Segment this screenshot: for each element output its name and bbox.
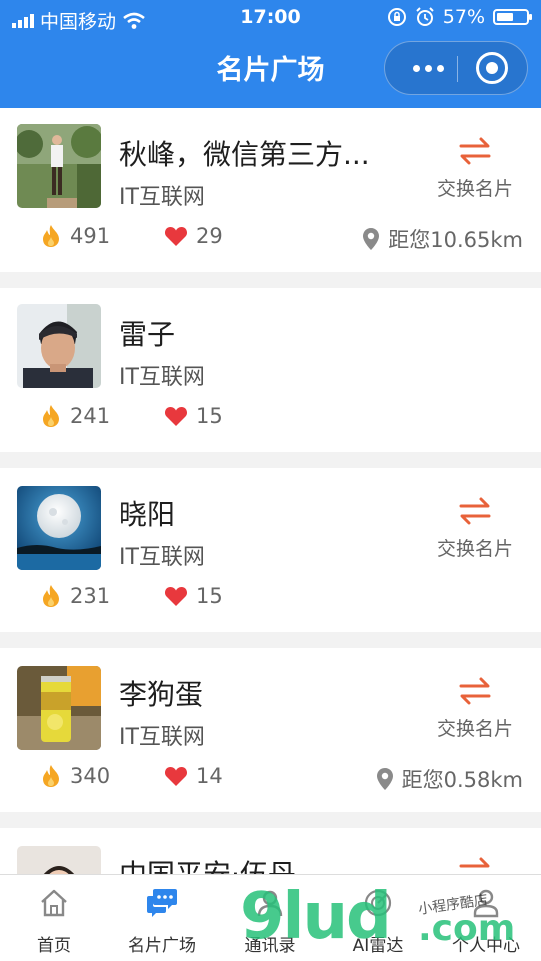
- popularity-count: 491: [70, 224, 111, 248]
- tab-label: 通讯录: [244, 936, 296, 956]
- alarm-icon: [416, 7, 434, 26]
- likes-count: 14: [196, 764, 223, 788]
- card-name: 雷子: [119, 318, 176, 351]
- location-pin-icon: [376, 768, 393, 790]
- popularity-stat: 231: [40, 584, 110, 608]
- tab-label: AI雷达: [352, 936, 404, 956]
- exchange-card-button[interactable]: 交换名片: [427, 496, 523, 561]
- status-bar: 中国移动 17:00 57%: [0, 0, 541, 36]
- person-icon: [473, 889, 499, 918]
- distance-text: 距您10.65km: [388, 228, 523, 252]
- avatar: [17, 486, 101, 570]
- avatar: [17, 304, 101, 388]
- tab-card-square[interactable]: 名片广场: [108, 875, 216, 961]
- popularity-count: 340: [70, 764, 111, 788]
- popularity-stat: 491: [40, 224, 110, 248]
- location-pin-icon: [363, 228, 380, 250]
- card-industry: IT互联网: [119, 365, 205, 390]
- tab-label: 名片广场: [128, 936, 196, 956]
- likes-stat[interactable]: 29: [164, 224, 223, 248]
- heart-icon: [164, 767, 188, 786]
- tab-label: 个人中心: [452, 936, 520, 956]
- heart-icon: [164, 587, 188, 606]
- exchange-card-button[interactable]: 交换名片: [427, 676, 523, 741]
- card-name: 秋峰，微信第三方...: [119, 138, 370, 171]
- tab-ai-radar[interactable]: AI雷达: [324, 875, 432, 961]
- distance-info: 距您10.65km: [362, 224, 523, 254]
- exchange-label: 交换名片: [436, 178, 513, 200]
- battery-icon: [493, 9, 532, 25]
- card-name: 中国平安·伍丹: [119, 853, 296, 874]
- likes-stat[interactable]: 14: [164, 764, 223, 788]
- fire-icon: [43, 765, 59, 787]
- heart-icon: [164, 407, 188, 426]
- avatar: [17, 846, 101, 874]
- battery-percent: 57%: [442, 6, 485, 28]
- card-item[interactable]: 中国平安·伍丹: [0, 828, 541, 874]
- miniprogram-capsule: [384, 41, 528, 95]
- card-industry: IT互联网: [119, 725, 205, 750]
- contacts-icon: [257, 890, 283, 917]
- exchange-card-button[interactable]: 交换名片: [427, 136, 523, 201]
- card-name: 李狗蛋: [119, 678, 204, 711]
- popularity-count: 241: [70, 404, 111, 428]
- popularity-stat: 340: [40, 764, 110, 788]
- distance-text: 距您0.58km: [401, 768, 523, 792]
- exchange-icon: [459, 497, 491, 525]
- exchange-icon: [459, 137, 491, 165]
- tab-home[interactable]: 首页: [0, 875, 108, 961]
- popularity-stat: 241: [40, 404, 110, 428]
- popularity-count: 231: [70, 584, 111, 608]
- card-industry: IT互联网: [119, 545, 205, 570]
- card-item[interactable]: 李狗蛋 IT互联网 340 14 交换名片 距您0.58km: [0, 648, 541, 812]
- likes-count: 29: [196, 224, 223, 248]
- card-item[interactable]: 雷子 IT互联网 241 15: [0, 288, 541, 452]
- likes-stat[interactable]: 15: [164, 404, 223, 428]
- distance-info: 距您0.58km: [376, 764, 523, 794]
- tab-profile[interactable]: 个人中心: [432, 875, 540, 961]
- radar-icon: [364, 889, 392, 917]
- card-industry: IT互联网: [119, 185, 205, 210]
- avatar: [17, 124, 101, 208]
- tab-label: 首页: [37, 936, 71, 956]
- exchange-label: 交换名片: [436, 538, 513, 560]
- exchange-icon: [459, 677, 491, 705]
- fire-icon: [43, 405, 59, 427]
- heart-icon: [164, 227, 188, 246]
- close-miniprogram-button[interactable]: [476, 52, 508, 84]
- fire-icon: [43, 585, 59, 607]
- more-options-button[interactable]: [403, 52, 453, 84]
- home-icon: [41, 889, 67, 917]
- exchange-label: 交换名片: [436, 718, 513, 740]
- likes-stat[interactable]: 15: [164, 584, 223, 608]
- card-item[interactable]: 晓阳 IT互联网 231 15 交换名片: [0, 468, 541, 632]
- exchange-card-button[interactable]: [427, 856, 523, 874]
- exchange-icon: [459, 857, 490, 868]
- fire-icon: [43, 225, 59, 247]
- card-item[interactable]: 秋峰，微信第三方... IT互联网 491 29 交换名片 距您10.65km: [0, 108, 541, 272]
- rotation-lock-icon: [387, 8, 406, 26]
- likes-count: 15: [196, 404, 223, 428]
- card-name: 晓阳: [119, 498, 176, 531]
- chat-bubble-icon: [147, 889, 177, 917]
- avatar: [17, 666, 101, 750]
- likes-count: 15: [196, 584, 223, 608]
- tab-bar: 首页 名片广场 通讯录 AI雷达 个人中心: [0, 874, 541, 961]
- tab-contacts[interactable]: 通讯录: [216, 875, 324, 961]
- header: 中国移动 17:00 57% 名片广场: [0, 0, 541, 108]
